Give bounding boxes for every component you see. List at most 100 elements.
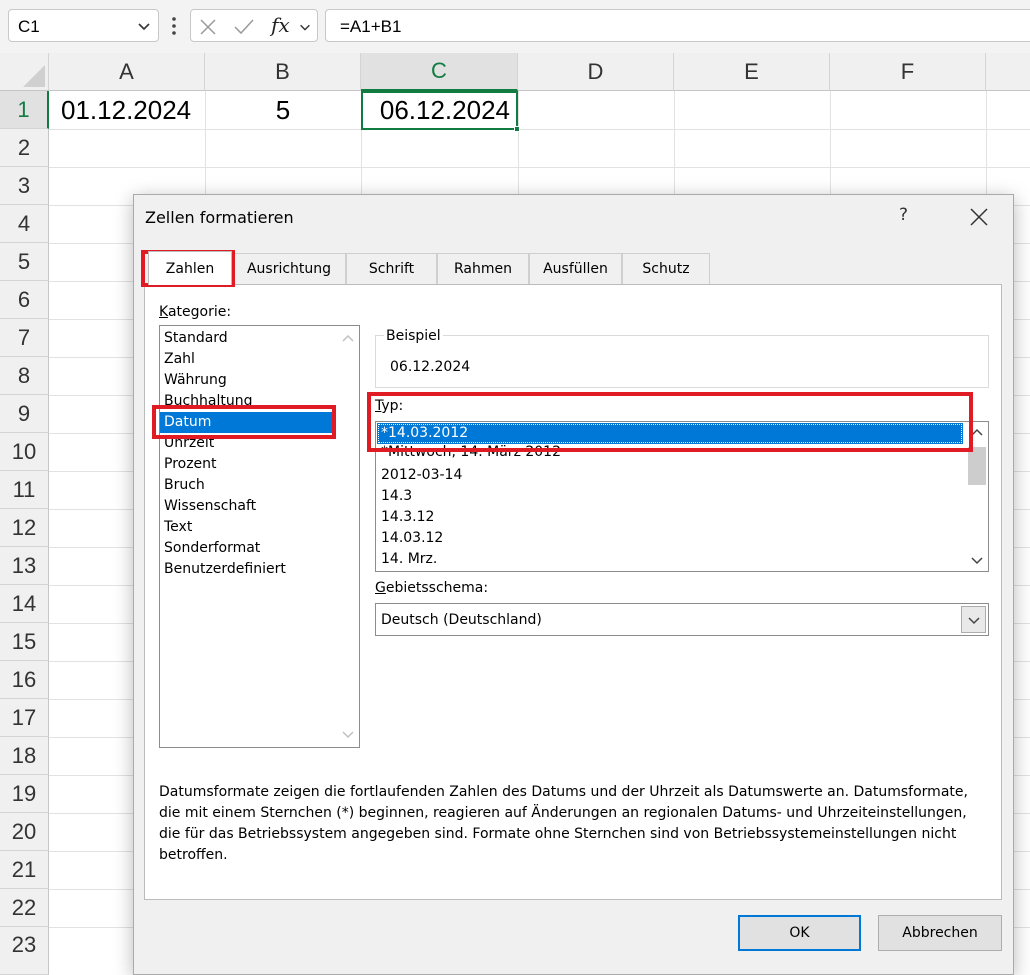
locale-label: Gebietsschema:	[375, 580, 489, 596]
list-item[interactable]: Standard	[160, 328, 336, 349]
tab-ausrichtung[interactable]: Ausrichtung	[232, 253, 346, 284]
row-header-22[interactable]: 22	[0, 889, 49, 927]
column-header-b[interactable]: B	[205, 53, 361, 91]
name-box-value: C1	[18, 17, 40, 36]
list-item[interactable]: 14. Mrz.	[377, 549, 963, 570]
column-header-g[interactable]	[986, 53, 1030, 91]
row-header-2[interactable]: 2	[0, 129, 49, 167]
row-header-6[interactable]: 6	[0, 281, 49, 319]
sample-value: 06.12.2024	[390, 359, 471, 375]
scrollbar-thumb[interactable]	[968, 447, 986, 485]
locale-value: Deutsch (Deutschland)	[381, 612, 542, 628]
list-item[interactable]: Wissenschaft	[160, 496, 336, 517]
format-cells-dialog: Zellen formatieren ? Zahlen Ausrichtung …	[133, 194, 1014, 975]
cell-selection-box	[361, 91, 520, 132]
row-header-1[interactable]: 1	[0, 91, 49, 129]
chevron-down-icon[interactable]	[341, 727, 355, 741]
formula-input[interactable]: =A1+B1	[325, 9, 1030, 42]
row-header-8[interactable]: 8	[0, 357, 49, 395]
row-header-14[interactable]: 14	[0, 585, 49, 623]
dialog-title: Zellen formatieren	[145, 208, 294, 227]
column-header-e[interactable]: E	[674, 53, 830, 91]
row-header-9[interactable]: 9	[0, 395, 49, 433]
row-header-18[interactable]: 18	[0, 737, 49, 775]
help-icon[interactable]: ?	[899, 205, 908, 225]
row-header-11[interactable]: 11	[0, 471, 49, 509]
kategorie-label: Kategorie:	[159, 304, 232, 320]
confirm-entry-icon[interactable]	[233, 18, 255, 36]
row-header-15[interactable]: 15	[0, 623, 49, 661]
tab-rahmen[interactable]: Rahmen	[437, 253, 529, 284]
chevron-down-icon[interactable]	[298, 20, 312, 34]
chevron-down-icon[interactable]	[136, 18, 152, 34]
list-item[interactable]: 14.3	[377, 486, 963, 507]
row-header-13[interactable]: 13	[0, 547, 49, 585]
category-scrollbar[interactable]	[337, 326, 359, 747]
list-item[interactable]: *Mittwoch, 14. März 2012	[377, 442, 963, 463]
type-scrollbar[interactable]	[966, 422, 988, 571]
chevron-down-icon[interactable]	[970, 553, 984, 567]
cell-b1[interactable]: 5	[205, 91, 361, 129]
list-item[interactable]: Buchhaltung	[160, 391, 336, 412]
row-header-5[interactable]: 5	[0, 243, 49, 281]
more-options-icon[interactable]	[171, 15, 177, 37]
select-all-corner[interactable]	[0, 53, 49, 91]
cell-a1[interactable]: 01.12.2024	[61, 91, 201, 129]
list-item[interactable]: Zahl	[160, 349, 336, 370]
row-header-3[interactable]: 3	[0, 167, 49, 205]
row-header-7[interactable]: 7	[0, 319, 49, 357]
row-header-10[interactable]: 10	[0, 433, 49, 471]
column-header-c[interactable]: C	[361, 53, 518, 91]
fill-handle[interactable]	[514, 126, 520, 132]
tab-schrift[interactable]: Schrift	[346, 253, 437, 284]
locale-select[interactable]: Deutsch (Deutschland)	[375, 603, 989, 636]
list-item[interactable]: Prozent	[160, 454, 336, 475]
gridline	[49, 167, 1030, 168]
row-header-4[interactable]: 4	[0, 205, 49, 243]
row-header-20[interactable]: 20	[0, 813, 49, 851]
list-item[interactable]: Benutzerdefiniert	[160, 559, 336, 580]
list-item[interactable]: 14.03.12	[377, 528, 963, 549]
list-item[interactable]: Text	[160, 517, 336, 538]
sample-label: Beispiel	[384, 328, 443, 344]
list-item-selected[interactable]: *14.03.2012	[377, 423, 963, 444]
insert-function-icon[interactable]: fx	[271, 13, 290, 37]
category-list[interactable]: Standard Zahl Währung Buchhaltung Datum …	[159, 325, 360, 748]
list-item[interactable]: 2012-03-14	[377, 465, 963, 486]
row-header-17[interactable]: 17	[0, 699, 49, 737]
tab-bar: Zahlen Ausrichtung Schrift Rahmen Ausfül…	[144, 251, 1004, 285]
chevron-down-icon	[968, 617, 980, 625]
type-list[interactable]: *14.03.2012 *Mittwoch, 14. März 2012 201…	[375, 421, 989, 572]
row-header-23[interactable]: 23	[0, 927, 49, 975]
column-header-a[interactable]: A	[49, 53, 205, 91]
cancel-button[interactable]: Abbrechen	[878, 915, 1002, 951]
column-header-d[interactable]: D	[518, 53, 674, 91]
row-header-12[interactable]: 12	[0, 509, 49, 547]
ok-button[interactable]: OK	[738, 915, 861, 951]
locale-dropdown-button[interactable]	[961, 606, 986, 633]
close-icon[interactable]	[968, 206, 990, 228]
formula-controls: fx	[190, 9, 318, 42]
list-item[interactable]: Uhrzeit	[160, 433, 336, 454]
number-format-panel: Kategorie: Standard Zahl Währung Buchhal…	[144, 284, 1002, 900]
gridline	[49, 129, 1030, 130]
formula-bar: C1 fx =A1+B1	[0, 0, 1030, 53]
typ-label: Typ:	[375, 398, 404, 414]
tab-ausfuellen[interactable]: Ausfüllen	[529, 253, 622, 284]
row-header-19[interactable]: 19	[0, 775, 49, 813]
list-item[interactable]: Währung	[160, 370, 336, 391]
list-item[interactable]: Sonderformat	[160, 538, 336, 559]
cancel-entry-icon[interactable]	[199, 18, 217, 36]
format-description: Datumsformate zeigen die fortlaufenden Z…	[159, 784, 968, 863]
list-item[interactable]: Bruch	[160, 475, 336, 496]
chevron-up-icon[interactable]	[341, 332, 355, 346]
column-header-f[interactable]: F	[830, 53, 986, 91]
list-item[interactable]: 14.3.12	[377, 507, 963, 528]
name-box[interactable]: C1	[8, 9, 159, 42]
list-item-selected[interactable]: Datum	[160, 412, 336, 433]
tab-zahlen[interactable]: Zahlen	[148, 251, 232, 285]
row-header-16[interactable]: 16	[0, 661, 49, 699]
row-header-21[interactable]: 21	[0, 851, 49, 889]
tab-schutz[interactable]: Schutz	[622, 253, 710, 284]
chevron-up-icon[interactable]	[970, 426, 984, 440]
